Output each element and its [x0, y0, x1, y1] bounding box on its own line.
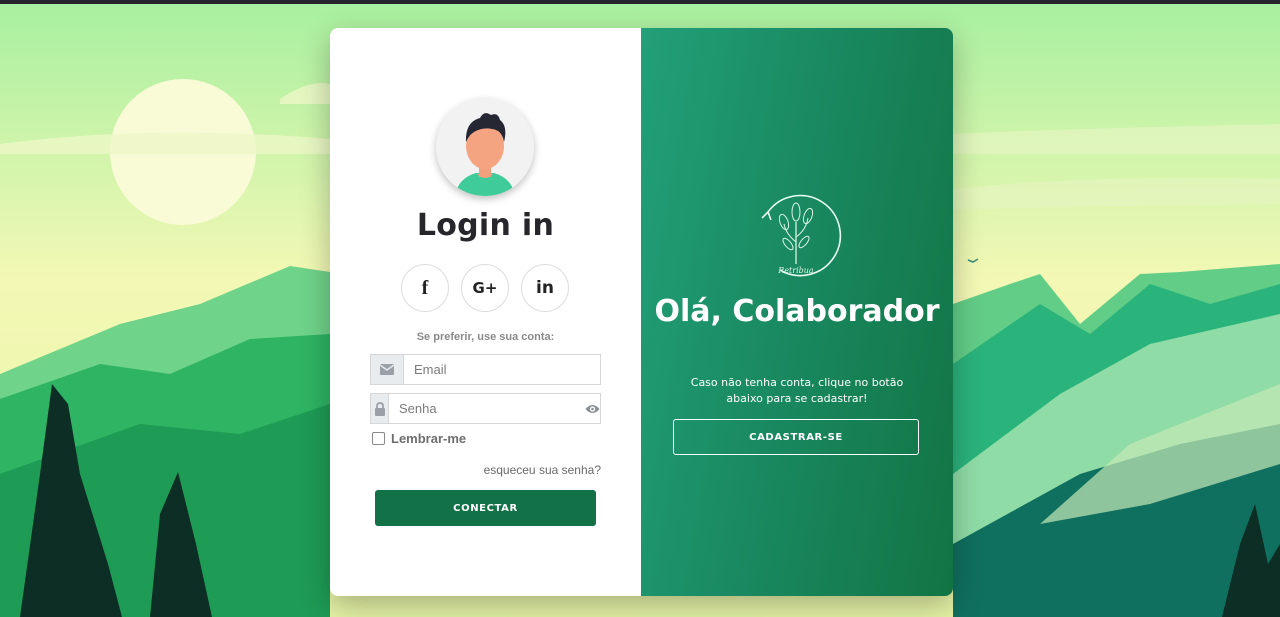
- connect-button[interactable]: CONECTAR: [375, 490, 596, 526]
- login-card: Login in f G+ in Se preferir, use sua co…: [330, 28, 953, 596]
- envelope-icon: [371, 355, 404, 384]
- facebook-login-button[interactable]: f: [401, 264, 449, 312]
- eye-icon[interactable]: [585, 394, 600, 423]
- lock-icon: [371, 394, 389, 423]
- google-plus-icon: G+: [472, 279, 498, 297]
- google-plus-login-button[interactable]: G+: [461, 264, 509, 312]
- password-field-group: [370, 393, 601, 424]
- email-input[interactable]: [404, 355, 600, 384]
- logo-text: Retribua: [777, 266, 814, 275]
- retribua-logo: Retribua: [761, 194, 842, 277]
- remember-me-label: Lembrar-me: [391, 431, 467, 446]
- account-hint: Se preferir, use sua conta:: [416, 331, 555, 343]
- welcome-heading: Olá, Colaborador: [654, 294, 940, 329]
- checkbox-icon[interactable]: [372, 432, 385, 445]
- page-title: Login in: [416, 208, 555, 243]
- welcome-panel: Retribua Olá, Colaborador Caso não tenha…: [641, 28, 953, 596]
- user-avatar-icon: [436, 98, 534, 196]
- password-input[interactable]: [389, 394, 585, 423]
- register-button[interactable]: CADASTRAR-SE: [673, 419, 919, 455]
- login-panel: Login in f G+ in Se preferir, use sua co…: [330, 28, 641, 596]
- forgot-password-link[interactable]: esqueceu sua senha?: [484, 463, 601, 477]
- facebook-icon: f: [421, 276, 429, 299]
- email-field-group: [370, 354, 601, 385]
- linkedin-icon: in: [536, 278, 554, 298]
- user-avatar: [436, 98, 534, 196]
- welcome-message: Caso não tenha conta, clique no botão ab…: [690, 376, 904, 405]
- remember-me-checkbox[interactable]: Lembrar-me: [372, 431, 466, 446]
- linkedin-login-button[interactable]: in: [521, 264, 569, 312]
